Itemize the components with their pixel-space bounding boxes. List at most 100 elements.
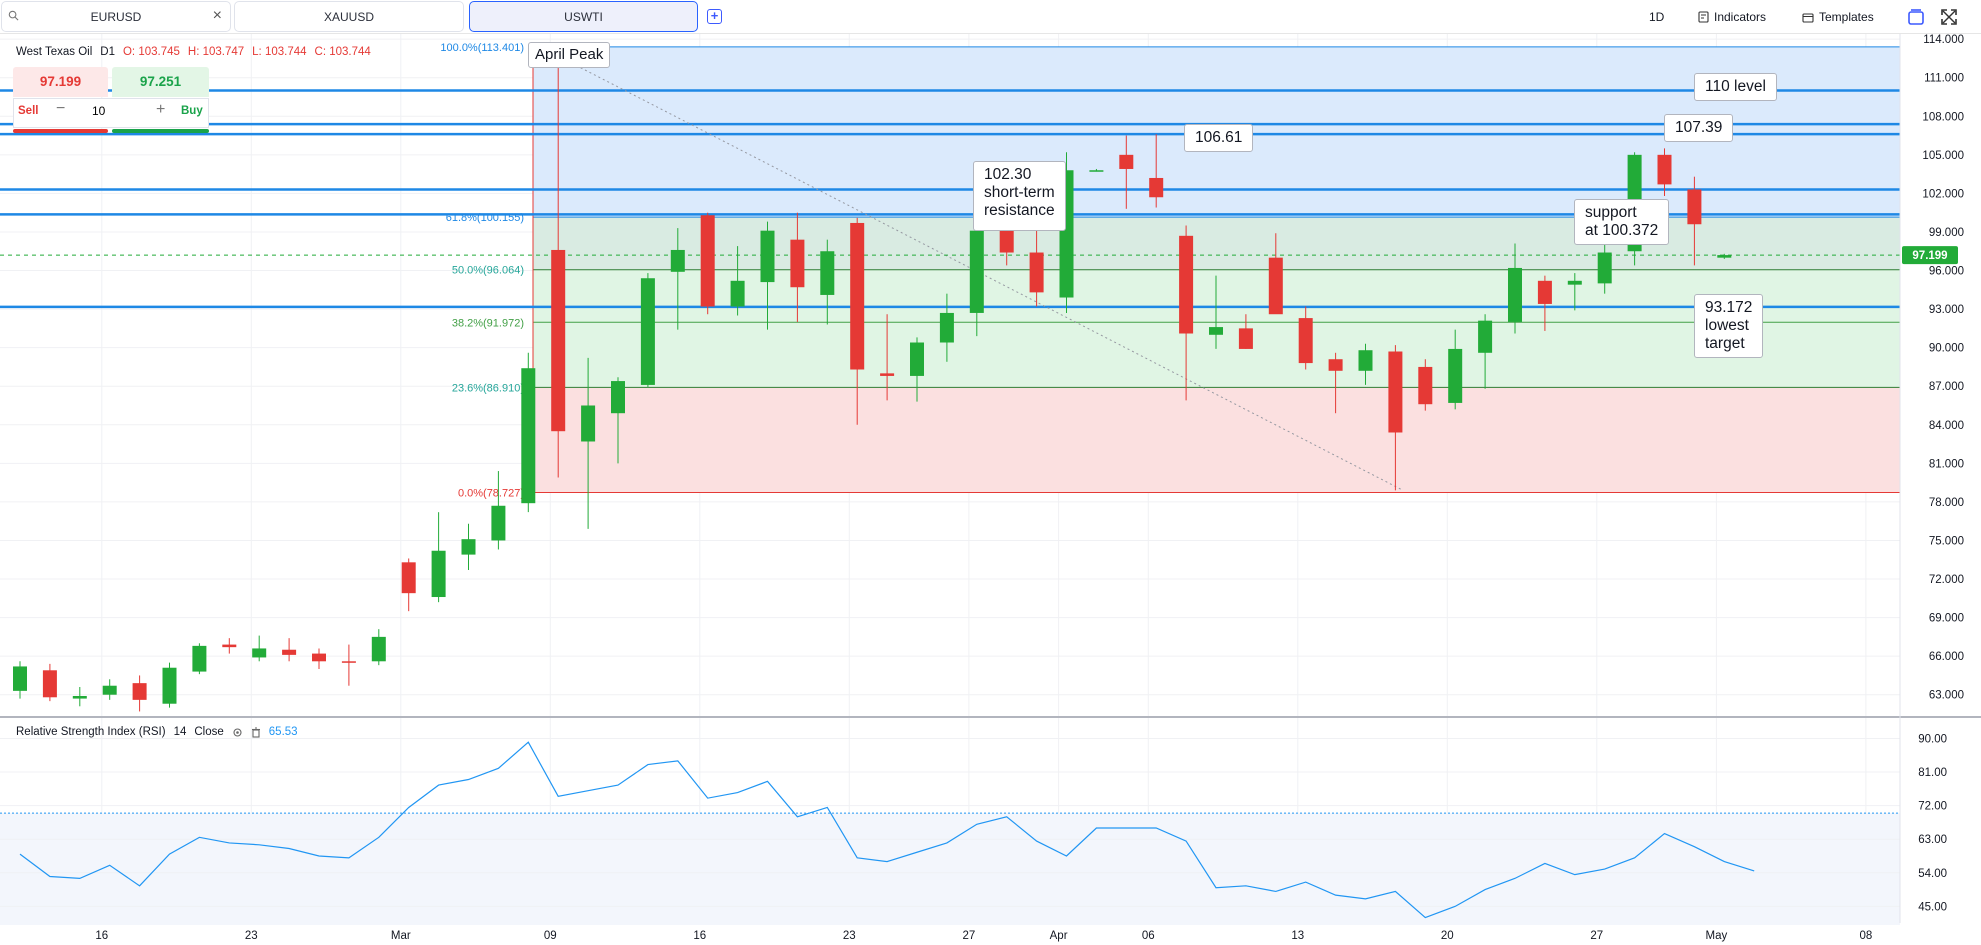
candle-body bbox=[640, 278, 655, 385]
candle-body bbox=[252, 648, 267, 658]
trade-panel: 97.199 97.251 Sell − + Buy bbox=[13, 67, 209, 133]
candle-body bbox=[760, 230, 775, 283]
fib-label: 100.0%(113.401) bbox=[440, 42, 524, 54]
time-tick-label: 06 bbox=[1142, 930, 1155, 942]
candle-body bbox=[491, 505, 506, 541]
increase-quantity-button[interactable]: + bbox=[156, 101, 165, 119]
templates-label: Templates bbox=[1819, 10, 1874, 24]
callout-107-39[interactable]: 107.39 bbox=[1664, 114, 1734, 142]
time-tick-label: 09 bbox=[544, 930, 557, 942]
close-icon[interactable]: × bbox=[213, 7, 222, 25]
candle-body bbox=[1687, 189, 1702, 225]
search-icon[interactable] bbox=[8, 10, 19, 21]
candle-body bbox=[72, 696, 87, 699]
time-tick-label: 27 bbox=[1590, 930, 1603, 942]
price-tick-label: 66.000 bbox=[1929, 651, 1964, 663]
buy-button[interactable]: Buy bbox=[181, 105, 203, 117]
candle-body bbox=[1149, 177, 1164, 198]
price-tick-label: 93.000 bbox=[1929, 304, 1964, 316]
candle-body bbox=[282, 649, 297, 655]
fib-label: 0.0%(78.727) bbox=[458, 488, 524, 500]
legend-high: H: 103.747 bbox=[187, 46, 245, 58]
interval-label: 1D bbox=[1649, 10, 1665, 24]
price-tick-label: 81.000 bbox=[1929, 458, 1964, 470]
time-tick-label: 23 bbox=[245, 930, 258, 942]
sell-button[interactable]: Sell bbox=[18, 105, 38, 117]
candle-body bbox=[192, 645, 207, 672]
fib-label: 50.0%(96.064) bbox=[452, 265, 524, 277]
decrease-quantity-button[interactable]: − bbox=[56, 100, 65, 118]
time-tick-label: May bbox=[1706, 930, 1728, 942]
callout-110-level[interactable]: 110 level bbox=[1694, 73, 1777, 101]
layout-icon[interactable] bbox=[1906, 7, 1926, 27]
rsi-value: 65.53 bbox=[268, 726, 298, 738]
interval-button[interactable]: 1D bbox=[1649, 7, 1664, 27]
buy-price[interactable]: 97.251 bbox=[112, 67, 209, 97]
trash-icon[interactable] bbox=[251, 727, 261, 738]
candle-body bbox=[1119, 154, 1134, 169]
candle-body bbox=[581, 405, 596, 442]
candle-body bbox=[880, 373, 895, 376]
rsi-tick-label: 81.00 bbox=[1918, 767, 1947, 779]
price-tick-label: 90.000 bbox=[1929, 343, 1964, 355]
top-toolbar: EURUSD × XAUUSD USWTI + 1D Indicators Te… bbox=[0, 0, 1981, 34]
candle-body bbox=[1388, 351, 1403, 433]
candle-body bbox=[1328, 359, 1343, 371]
fib-label: 23.6%(86.910) bbox=[452, 382, 524, 394]
candle-body bbox=[1717, 255, 1732, 258]
fib-label: 38.2%(91.972) bbox=[452, 317, 524, 329]
legend-interval: D1 bbox=[100, 46, 115, 58]
time-tick-label: 16 bbox=[95, 930, 108, 942]
rsi-tick-label: 63.00 bbox=[1918, 834, 1947, 846]
candle-body bbox=[341, 661, 356, 663]
price-tick-label: 105.000 bbox=[1922, 150, 1964, 162]
quantity-input[interactable] bbox=[92, 104, 142, 118]
candle-body bbox=[521, 368, 536, 504]
templates-button[interactable]: Templates bbox=[1802, 7, 1874, 27]
indicators-button[interactable]: Indicators bbox=[1698, 7, 1766, 27]
candle-body bbox=[969, 230, 984, 313]
add-tab-button[interactable]: + bbox=[707, 9, 722, 24]
time-tick-label: 16 bbox=[693, 930, 706, 942]
candle-body bbox=[1268, 257, 1283, 315]
settings-icon[interactable] bbox=[232, 727, 243, 738]
candle-body bbox=[939, 312, 954, 343]
callout-lowest-target[interactable]: 93.172 lowest target bbox=[1694, 294, 1764, 358]
fullscreen-icon[interactable] bbox=[1939, 7, 1959, 27]
tab-xauusd[interactable]: XAUUSD bbox=[234, 1, 464, 32]
sell-price[interactable]: 97.199 bbox=[13, 67, 108, 97]
price-tick-label: 114.000 bbox=[1923, 34, 1964, 46]
callout-support[interactable]: support at 100.372 bbox=[1574, 199, 1670, 245]
candle-body bbox=[371, 636, 386, 662]
tab-eurusd-label: EURUSD bbox=[90, 9, 142, 24]
price-tick-label: 102.000 bbox=[1922, 188, 1964, 200]
tab-eurusd[interactable]: EURUSD × bbox=[1, 1, 231, 32]
price-tick-label: 72.000 bbox=[1929, 574, 1964, 586]
candle-body bbox=[401, 562, 416, 594]
price-tick-label: 84.000 bbox=[1929, 420, 1964, 432]
candle-body bbox=[431, 550, 446, 598]
candle-body bbox=[1657, 154, 1672, 185]
callout-april-peak[interactable]: April Peak bbox=[528, 42, 611, 68]
candle-body bbox=[1448, 348, 1463, 403]
candle-body bbox=[1179, 235, 1194, 334]
sell-underline bbox=[13, 129, 108, 133]
rsi-source: Close bbox=[194, 726, 224, 738]
trade-row: Sell − + Buy bbox=[13, 98, 209, 128]
buy-underline bbox=[112, 129, 209, 133]
candle-body bbox=[132, 683, 147, 700]
candle-body bbox=[312, 653, 326, 662]
tab-uswti[interactable]: USWTI bbox=[469, 1, 698, 32]
legend-close: C: 103.744 bbox=[314, 46, 371, 58]
current-price-label: 97.199 bbox=[1912, 250, 1947, 262]
callout-short-term-resistance[interactable]: 102.30 short-term resistance bbox=[973, 161, 1066, 231]
callout-106-61[interactable]: 106.61 bbox=[1184, 124, 1254, 152]
time-tick-label: 08 bbox=[1860, 930, 1873, 942]
candle-body bbox=[1209, 327, 1223, 335]
candle-body bbox=[1238, 328, 1253, 349]
time-tick-label: Apr bbox=[1050, 930, 1068, 942]
symbol-legend: West Texas Oil D1 O: 103.745 H: 103.747 … bbox=[16, 46, 371, 58]
price-tick-label: 75.000 bbox=[1929, 535, 1964, 547]
rsi-name: Relative Strength Index (RSI) bbox=[16, 726, 166, 738]
candle-body bbox=[1567, 280, 1582, 285]
